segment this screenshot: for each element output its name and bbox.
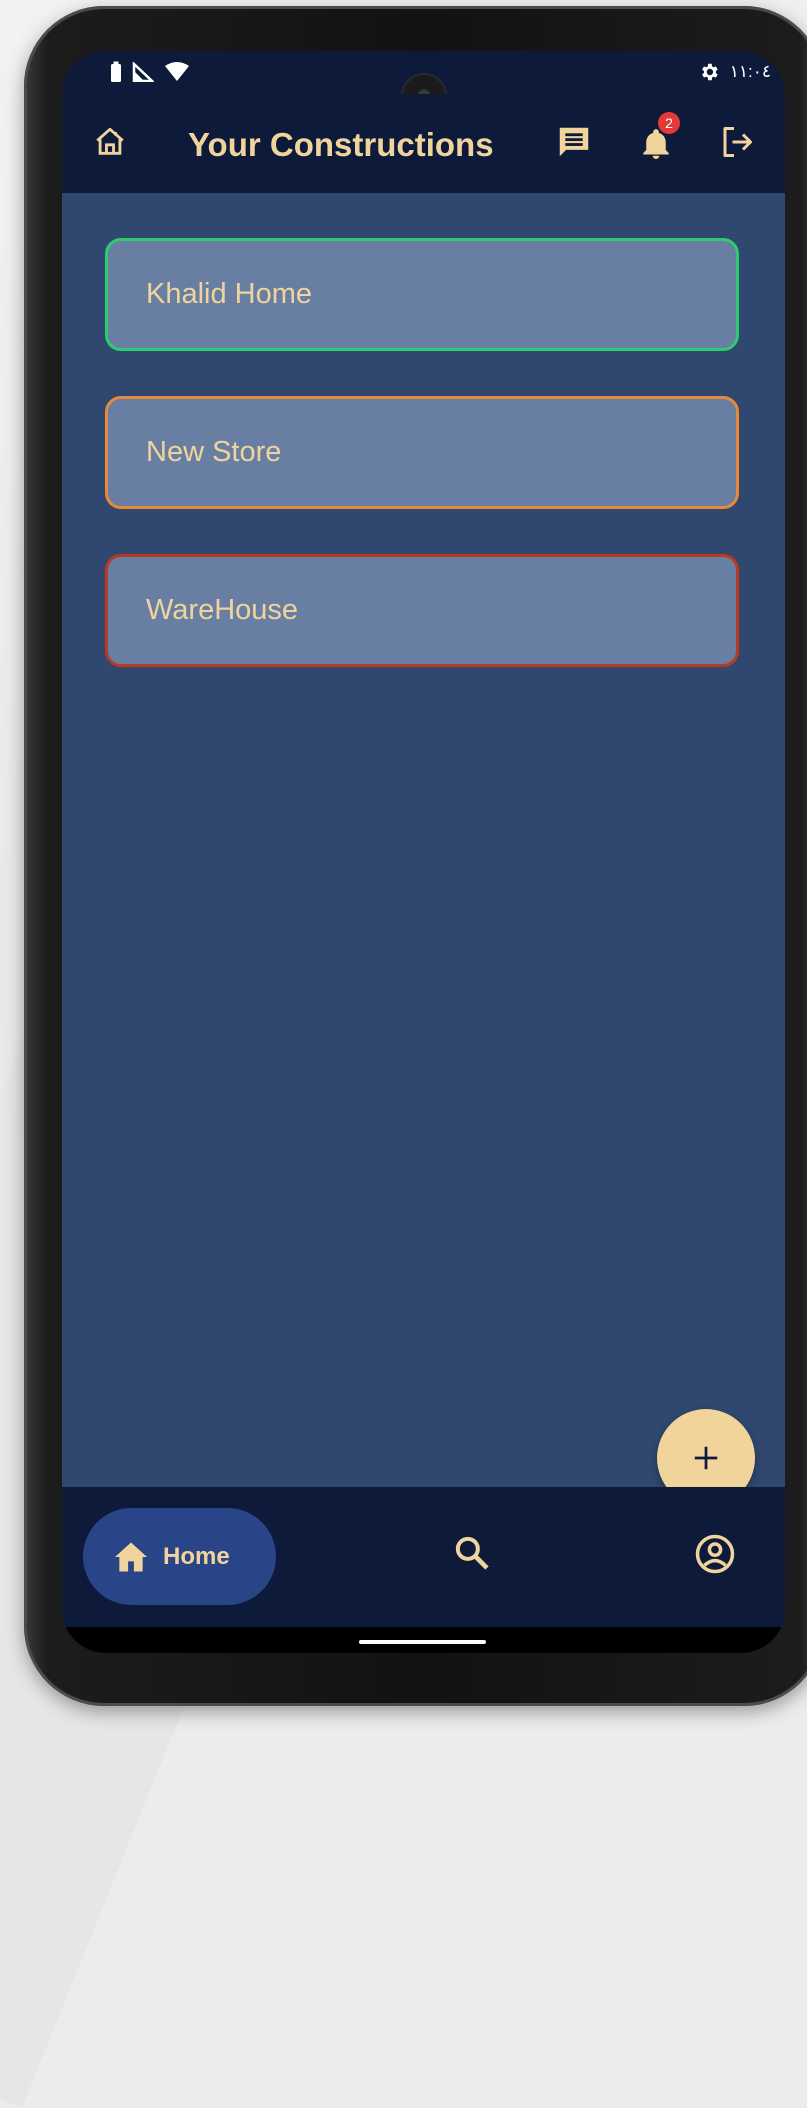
notification-count-badge: 2 xyxy=(658,112,680,134)
wifi-icon xyxy=(165,62,189,81)
project-list: Khalid Home New Store WareHouse xyxy=(105,238,739,712)
battery-icon xyxy=(111,61,121,82)
home-gesture-bar[interactable] xyxy=(359,1640,486,1644)
app-screen: ١١:٠٤ Your Constructions 2 Khalid Home N… xyxy=(62,51,785,1653)
chat-message-icon[interactable] xyxy=(552,120,596,164)
project-card[interactable]: New Store xyxy=(105,396,739,509)
nav-home-label: Home xyxy=(163,1542,230,1570)
nav-item-search[interactable] xyxy=(452,1533,492,1578)
nav-item-profile[interactable] xyxy=(694,1533,736,1580)
search-icon xyxy=(455,1536,489,1570)
project-name: Khalid Home xyxy=(146,278,313,310)
plus-icon xyxy=(694,1446,718,1470)
project-name: New Store xyxy=(146,436,282,468)
main-content: Khalid Home New Store WareHouse xyxy=(62,193,785,1507)
notifications-button[interactable]: 2 xyxy=(636,112,680,166)
status-time: ١١:٠٤ xyxy=(729,62,771,81)
logout-icon[interactable] xyxy=(717,122,757,162)
app-bar: Your Constructions 2 xyxy=(62,94,785,193)
signal-icon xyxy=(132,62,154,82)
bottom-navigation: Home xyxy=(62,1487,785,1627)
project-name: WareHouse xyxy=(146,594,299,626)
project-card[interactable]: Khalid Home xyxy=(105,238,739,351)
project-card[interactable]: WareHouse xyxy=(105,554,739,667)
home-outline-icon[interactable] xyxy=(90,122,130,162)
home-filled-icon xyxy=(115,1541,147,1572)
settings-gear-icon xyxy=(701,63,718,81)
profile-circle-icon xyxy=(695,1534,735,1574)
status-icons-left xyxy=(110,61,190,83)
nav-item-home[interactable]: Home xyxy=(83,1508,276,1605)
page-title: Your Constructions xyxy=(188,126,494,163)
status-icons-right: ١١:٠٤ xyxy=(698,61,771,83)
